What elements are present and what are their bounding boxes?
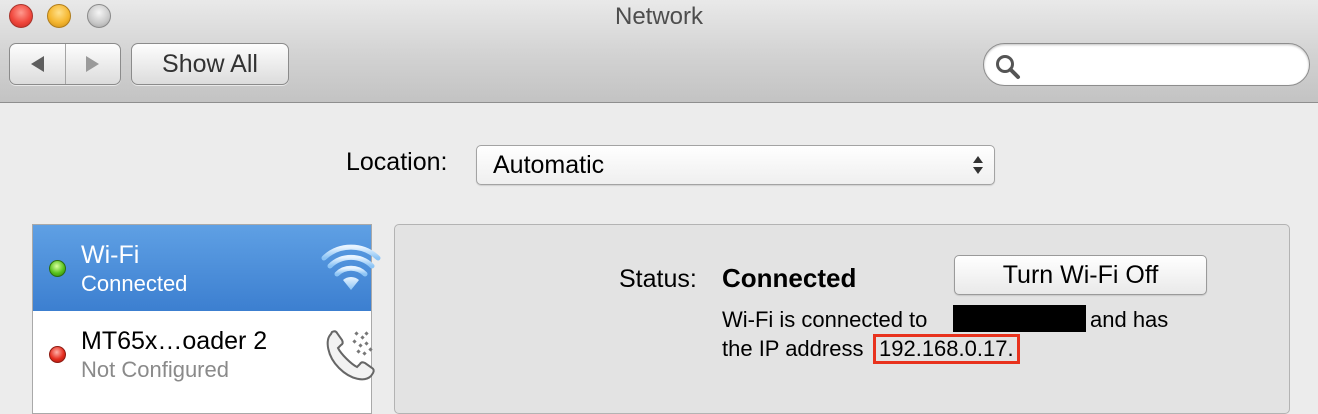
status-dot-green-icon [49, 260, 66, 277]
search-input[interactable] [1028, 50, 1300, 80]
search-field[interactable] [983, 43, 1310, 86]
ip-address: 192.168.0.17. [873, 334, 1020, 364]
window-toolbar: Network Show All [0, 0, 1318, 103]
window-title: Network [614, 3, 704, 30]
service-item-mt65x[interactable]: MT65x…oader 2 Not Configured [33, 311, 375, 397]
search-icon [996, 55, 1020, 79]
forward-button[interactable] [64, 44, 121, 84]
service-name: MT65x…oader 2 [81, 327, 268, 355]
location-value: Automatic [493, 151, 605, 179]
description-line1-prefix: Wi-Fi is connected to [722, 307, 928, 332]
back-arrow-icon [30, 56, 44, 72]
turn-wifi-off-button[interactable]: Turn Wi-Fi Off [954, 255, 1207, 295]
phone-modem-icon [326, 330, 375, 381]
service-status: Not Configured [81, 357, 229, 382]
network-service-list: Wi-Fi Connected MT65x…oader 2 Not Config… [32, 224, 381, 414]
back-button[interactable] [10, 44, 65, 84]
service-status: Connected [81, 271, 188, 296]
forward-arrow-icon [86, 56, 100, 72]
status-value: Connected [722, 263, 857, 293]
description-line2-prefix: the IP address [722, 336, 864, 361]
redacted-network-name [953, 305, 1086, 332]
location-select[interactable]: Automatic [476, 145, 995, 185]
show-all-button[interactable]: Show All [131, 43, 289, 85]
status-dot-red-icon [49, 346, 66, 363]
back-forward-control [9, 43, 121, 85]
service-item-wifi[interactable]: Wi-Fi Connected [33, 225, 381, 311]
status-label: Status: [619, 265, 697, 293]
wifi-icon [321, 244, 381, 290]
description-line1-suffix: and has [1090, 307, 1169, 332]
location-label: Location: [346, 148, 448, 176]
up-down-arrows-icon [973, 156, 983, 174]
service-name: Wi-Fi [81, 241, 140, 269]
